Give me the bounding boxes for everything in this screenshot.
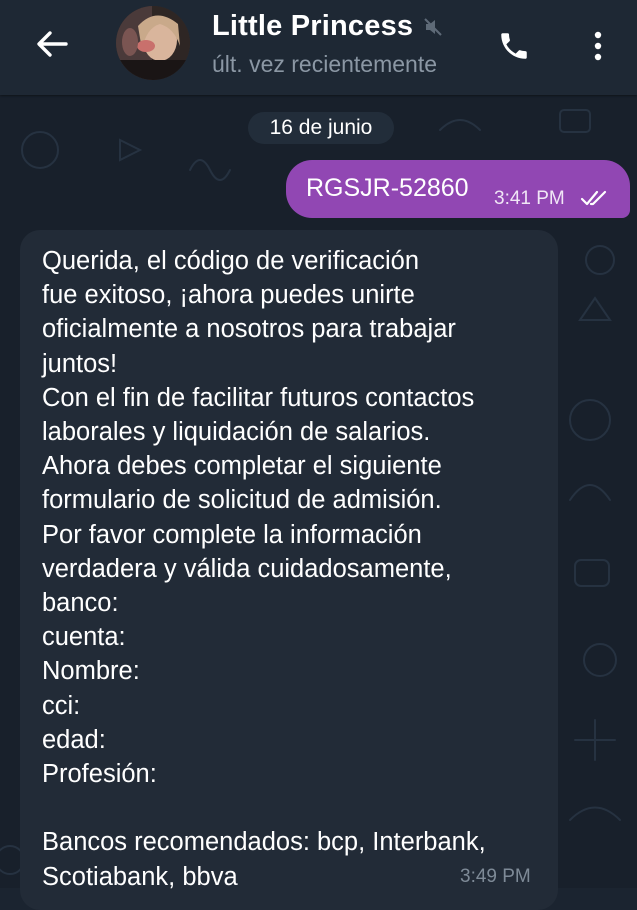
incoming-message-bubble[interactable]: Querida, el código de verificación fue e… (20, 230, 558, 910)
avatar-photo (116, 6, 190, 80)
chat-header: Little Princess últ. vez recientemente (0, 0, 637, 95)
date-divider: 16 de junio (248, 112, 394, 144)
message-text: RGSJR-52860 (306, 174, 469, 202)
message-time: 3:41 PM (494, 188, 565, 209)
more-vertical-icon (594, 31, 602, 61)
call-button[interactable] (492, 24, 536, 68)
message-text: Querida, el código de verificación fue e… (42, 247, 486, 891)
more-options-button[interactable] (584, 24, 612, 68)
avatar[interactable] (116, 6, 190, 80)
arrow-left-icon (37, 31, 68, 57)
message-time: 3:49 PM (460, 866, 531, 887)
last-seen-status: últ. vez recientemente (212, 51, 438, 77)
muted-speaker-icon (424, 18, 442, 36)
phone-icon (501, 33, 527, 59)
contact-name[interactable]: Little Princess (212, 10, 413, 43)
outgoing-message-bubble[interactable]: RGSJR-52860 3:41 PM (286, 160, 630, 218)
back-button[interactable] (28, 24, 76, 64)
double-check-icon (580, 190, 607, 206)
